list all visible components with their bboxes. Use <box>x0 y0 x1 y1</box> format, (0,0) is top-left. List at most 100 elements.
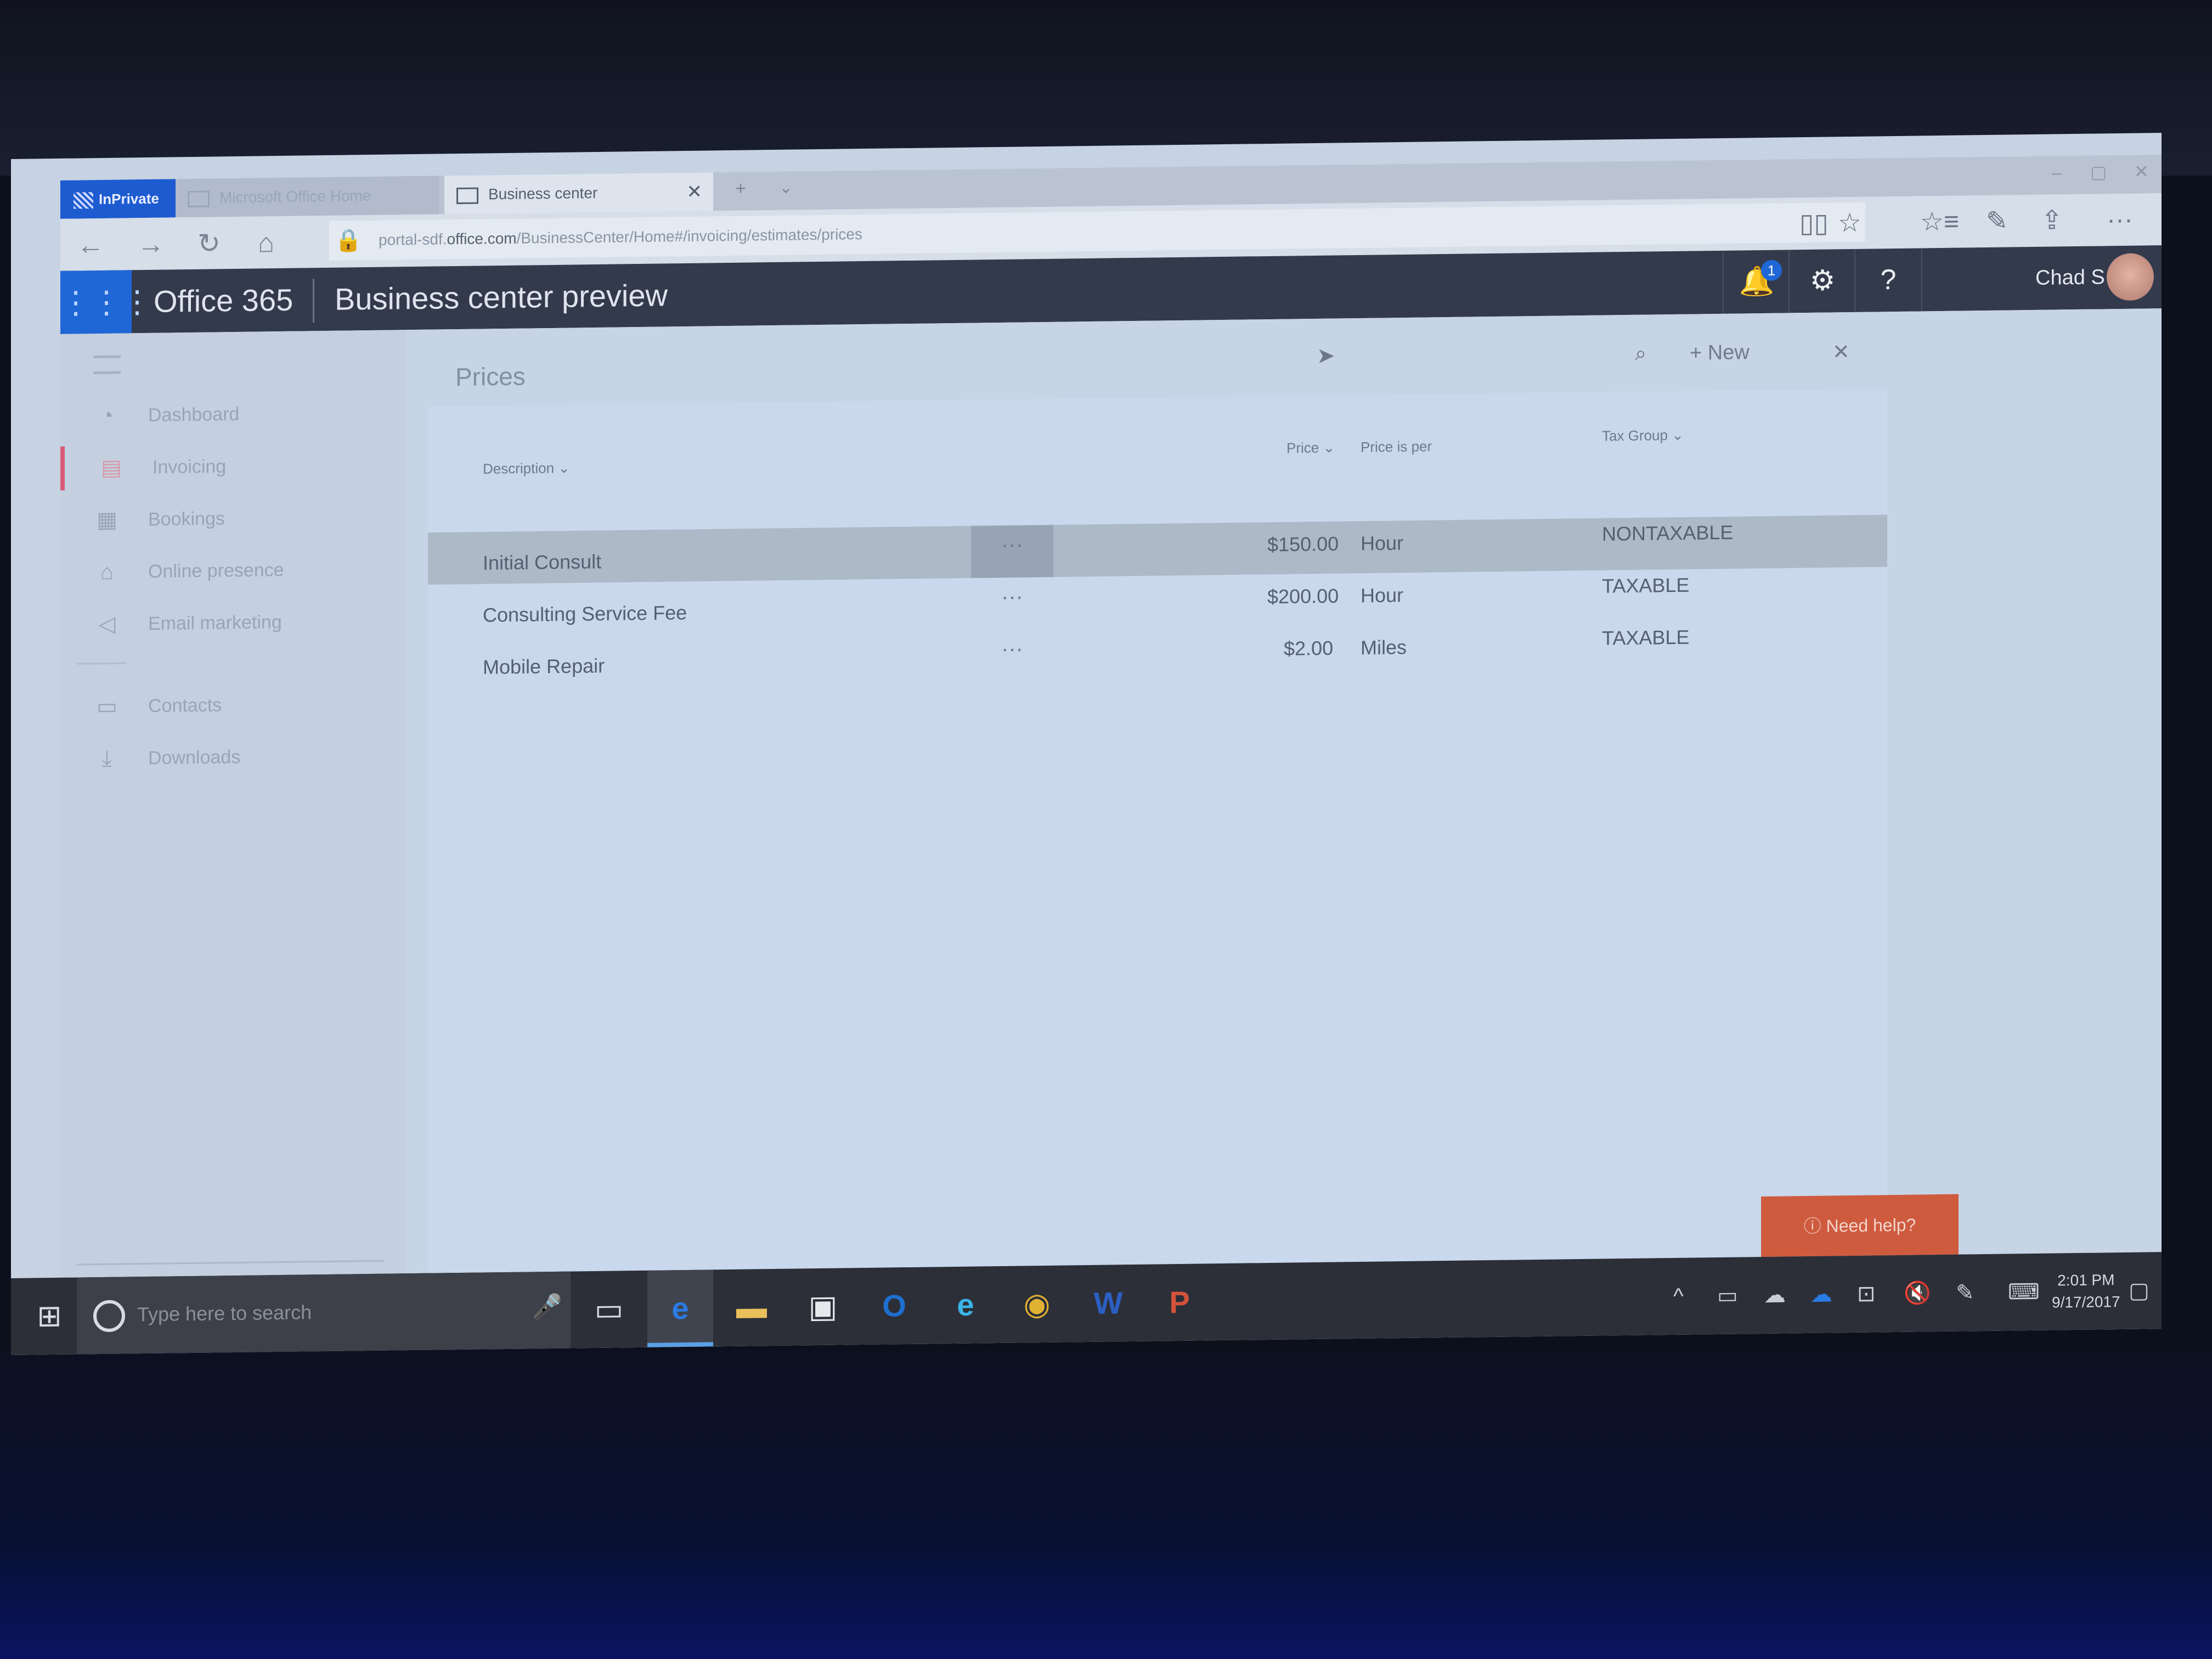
sidebar-item-bookings[interactable]: ▦ Bookings <box>60 494 406 543</box>
url-text[interactable]: portal-sdf.office.com/BusinessCenter/Hom… <box>379 225 862 249</box>
file-explorer-taskbar-icon[interactable]: ▬ <box>719 1269 785 1346</box>
office-365-brand[interactable]: Office 365 <box>154 268 293 333</box>
prices-panel: Prices ➤ ⌕ + New ✕ Description ⌄ Price ⌄… <box>406 308 2162 1340</box>
lock-icon: 🔒 <box>335 228 362 253</box>
sidebar-item-online-presence[interactable]: ⌂ Online presence <box>60 546 406 595</box>
gear-icon: ⚙ <box>1809 264 1836 297</box>
sidebar-item-dashboard[interactable]: ◔ Dashboard <box>60 390 406 438</box>
online-presence-icon: ⌂ <box>100 560 114 585</box>
projected-screen: InPrivate Microsoft Office Home Business… <box>11 133 2162 1356</box>
outlook-taskbar-icon[interactable]: O <box>861 1267 927 1345</box>
megaphone-icon: ◁ <box>98 612 116 637</box>
new-tab-button[interactable]: + <box>735 172 746 205</box>
page-title: Prices <box>455 362 526 392</box>
search-icon[interactable]: ⌕ <box>1635 342 1646 366</box>
more-icon[interactable]: ··· <box>2107 204 2133 237</box>
new-price-button[interactable]: + New <box>1690 341 1750 365</box>
forward-button[interactable]: → <box>137 228 165 261</box>
favorite-star-icon[interactable]: ☆ <box>1838 207 1861 240</box>
inprivate-icon <box>74 192 93 209</box>
word-taskbar-icon[interactable]: W <box>1075 1265 1141 1342</box>
sidebar-item-invoicing[interactable]: ▤ Invoicing <box>60 442 410 490</box>
pen-workspace-icon[interactable]: ✎ <box>1956 1254 1974 1331</box>
user-avatar[interactable] <box>2107 253 2154 301</box>
volume-muted-icon[interactable]: 🔇 <box>1904 1255 1931 1332</box>
cell-tax-group: NONTAXABLE <box>1602 521 1734 545</box>
hamburger-menu-icon[interactable] <box>93 355 121 375</box>
cell-price: $150.00 <box>1267 532 1339 556</box>
column-header-price[interactable]: Price ⌄ <box>1286 439 1335 457</box>
share-icon[interactable]: ⇪ <box>2041 204 2063 237</box>
maximize-button[interactable]: ▢ <box>2090 155 2107 188</box>
show-hidden-icons-chevron[interactable]: ^ <box>1673 1258 1684 1335</box>
store-taskbar-icon[interactable]: ▣ <box>790 1268 856 1345</box>
powerpoint-taskbar-icon[interactable]: P <box>1147 1263 1212 1341</box>
cell-tax-group: TAXABLE <box>1602 573 1690 597</box>
row-more-actions-icon[interactable]: ··· <box>971 524 1053 578</box>
tab-business-center[interactable]: Business center ✕ <box>444 172 713 215</box>
edge-taskbar-icon[interactable]: e <box>647 1269 713 1347</box>
row-more-actions-icon[interactable]: ··· <box>971 577 1053 630</box>
microphone-icon[interactable]: 🎤 <box>532 1293 562 1322</box>
cell-price-per: Hour <box>1361 531 1404 555</box>
help-circle-icon: ⓘ <box>1803 1216 1821 1237</box>
dashboard-icon: ◔ <box>100 403 114 428</box>
chrome-taskbar-icon[interactable]: ◉ <box>1004 1265 1070 1342</box>
cell-tax-group: TAXABLE <box>1602 625 1690 650</box>
onedrive-blue-icon[interactable]: ☁ <box>1810 1256 1832 1333</box>
user-name[interactable]: Chad S <box>2035 246 2105 310</box>
chevron-down-icon: ⌄ <box>558 459 571 476</box>
chevron-down-icon: ⌄ <box>1323 439 1335 456</box>
close-panel-icon[interactable]: ✕ <box>1832 340 1850 364</box>
column-header-description[interactable]: Description ⌄ <box>483 460 570 478</box>
plus-icon: + <box>1690 341 1702 365</box>
column-header-tax-group[interactable]: Tax Group ⌄ <box>1602 427 1684 445</box>
header-divider <box>313 279 314 323</box>
close-tab-icon[interactable]: ✕ <box>687 173 703 211</box>
chevron-down-icon: ⌄ <box>1672 426 1684 444</box>
mouse-pointer-icon: ➤ <box>1317 343 1335 368</box>
home-button[interactable]: ⌂ <box>258 226 274 259</box>
settings-button[interactable]: ⚙ <box>1788 249 1855 313</box>
tab-page-icon <box>188 190 210 207</box>
internet-explorer-taskbar-icon[interactable]: e <box>933 1266 998 1344</box>
taskbar-search-box[interactable]: Type here to search 🎤 <box>77 1271 571 1355</box>
search-placeholder: Type here to search <box>137 1301 312 1326</box>
app-launcher-waffle-icon[interactable]: ⋮⋮⋮ <box>60 270 153 334</box>
row-more-actions-icon[interactable]: ··· <box>971 629 1053 682</box>
sidebar-divider <box>77 662 126 665</box>
notification-count-badge: 1 <box>1761 259 1782 281</box>
invoicing-icon: ▤ <box>101 455 122 480</box>
question-mark-icon: ? <box>1880 264 1897 296</box>
reading-view-icon[interactable]: ▯▯ <box>1799 207 1829 241</box>
sidebar-item-email-marketing[interactable]: ◁ Email marketing <box>60 599 406 647</box>
download-icon: ⤓ <box>102 746 112 771</box>
sidebar-item-contacts[interactable]: ▭ Contacts <box>60 681 406 729</box>
sidebar-item-downloads[interactable]: ⤓ Downloads <box>60 733 406 781</box>
clock-time: 2:01 PM <box>2057 1271 2115 1289</box>
close-window-button[interactable]: ✕ <box>2134 155 2149 188</box>
stage-backdrop-bottom <box>0 1350 2212 1659</box>
notifications-button[interactable]: 🔔 1 <box>1723 250 1790 314</box>
taskbar-clock[interactable]: 2:01 PM 9/17/2017 <box>2052 1269 2120 1314</box>
network-icon[interactable]: ⊡ <box>1857 1255 1876 1332</box>
help-button[interactable]: ? <box>1854 248 1922 312</box>
windows-start-icon[interactable]: ⊞ <box>22 1278 77 1355</box>
touch-keyboard-icon[interactable]: ⌨ <box>2008 1254 2040 1331</box>
refresh-button[interactable]: ↻ <box>198 227 221 260</box>
web-notes-icon[interactable]: ✎ <box>1986 205 2008 238</box>
minimize-button[interactable]: – <box>2052 156 2062 189</box>
favorites-hub-icon[interactable]: ☆≡ <box>1920 206 1959 239</box>
tab-microsoft-office-home[interactable]: Microsoft Office Home <box>176 176 439 218</box>
sidebar-footer-divider <box>77 1260 384 1266</box>
onedrive-white-icon[interactable]: ☁ <box>1764 1256 1786 1333</box>
tab-preview-chevron-icon[interactable]: ⌄ <box>779 172 793 205</box>
app-title: Business center preview <box>335 278 668 317</box>
task-view-icon[interactable]: ▭ <box>576 1271 642 1348</box>
back-button[interactable]: ← <box>77 228 104 262</box>
need-help-button[interactable]: ⓘ Need help? <box>1761 1194 1959 1257</box>
tray-device-icon[interactable]: ▭ <box>1717 1257 1738 1334</box>
column-header-price-is-per[interactable]: Price is per <box>1361 438 1432 456</box>
action-center-icon[interactable]: ▢ <box>2129 1252 2149 1329</box>
cell-description: Mobile Repair <box>483 654 605 679</box>
